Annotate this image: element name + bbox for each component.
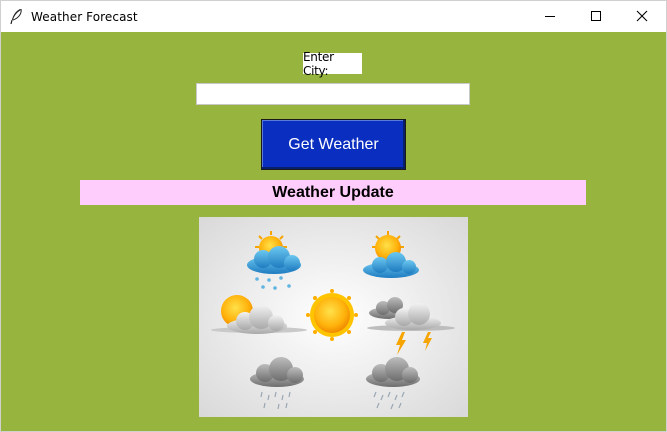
- weather-icons-image: [199, 217, 468, 417]
- minimize-button[interactable]: [527, 1, 573, 31]
- close-icon: [636, 10, 648, 22]
- main-area: Enter City: Get Weather Weather Update: [1, 32, 666, 431]
- get-weather-button[interactable]: Get Weather: [261, 119, 406, 170]
- maximize-icon: [591, 11, 601, 21]
- sun-icon: [306, 289, 358, 341]
- title-bar[interactable]: Weather Forecast: [1, 1, 666, 32]
- minimize-icon: [545, 16, 555, 17]
- window-title: Weather Forecast: [31, 10, 138, 24]
- feather-icon: [10, 8, 22, 25]
- city-input[interactable]: [196, 83, 470, 105]
- weather-update-header: Weather Update: [80, 180, 586, 205]
- close-button[interactable]: [619, 1, 665, 31]
- city-label: Enter City:: [303, 50, 362, 78]
- app-window: Weather Forecast Enter City: Get Weather…: [0, 0, 667, 432]
- maximize-button[interactable]: [573, 1, 619, 31]
